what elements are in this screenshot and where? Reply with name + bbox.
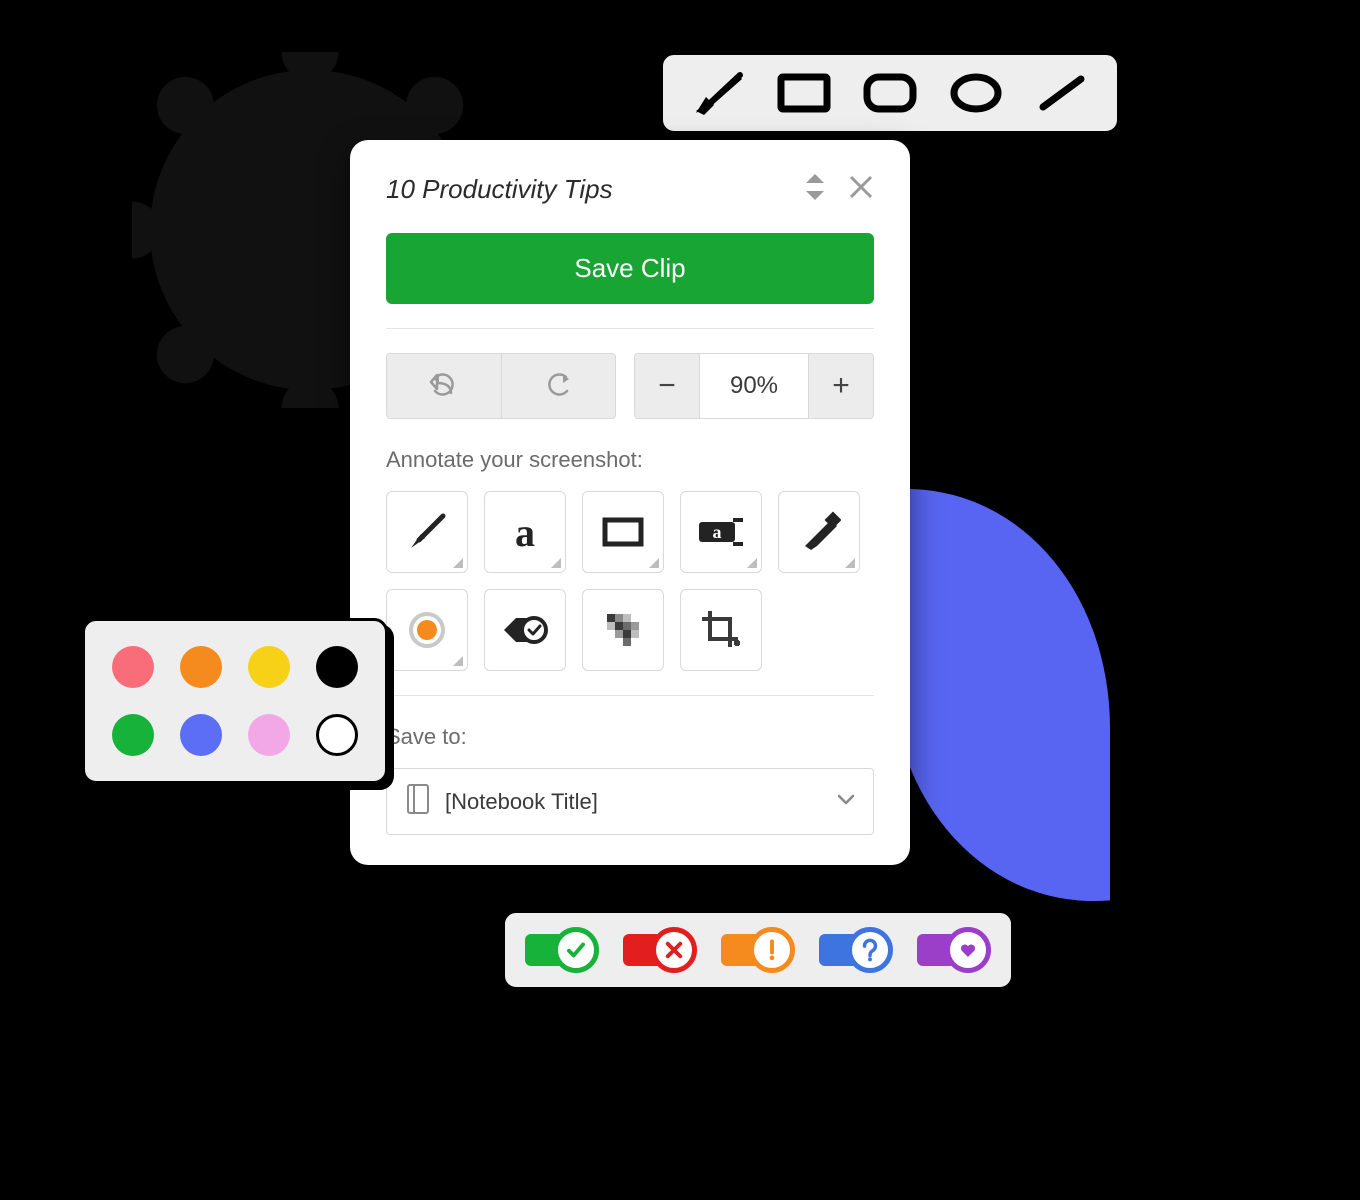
clip-title: 10 Productivity Tips: [386, 174, 613, 205]
color-swatch[interactable]: [180, 646, 222, 688]
shape-ellipse[interactable]: [947, 69, 1005, 117]
color-swatch[interactable]: [316, 714, 358, 756]
undo-button[interactable]: [387, 354, 501, 418]
shape-rectangle[interactable]: [775, 69, 833, 117]
zoom-in-button[interactable]: +: [809, 354, 873, 418]
save-to-label: Save to:: [386, 724, 874, 750]
annotate-label: Annotate your screenshot:: [386, 447, 874, 473]
divider: [386, 328, 874, 329]
tool-pixelate[interactable]: [582, 589, 664, 671]
stamp-question[interactable]: [819, 927, 893, 973]
notebook-icon: [405, 783, 431, 820]
svg-text:a: a: [713, 522, 722, 542]
stamp-heart[interactable]: [917, 927, 991, 973]
tool-color-picker[interactable]: [386, 589, 468, 671]
color-palette: [82, 618, 388, 784]
shape-arrow[interactable]: [689, 69, 747, 117]
zoom-out-button[interactable]: −: [635, 354, 699, 418]
history-group: [386, 353, 616, 419]
chevron-down-icon: [837, 793, 855, 811]
tool-stamp[interactable]: a: [680, 491, 762, 573]
decorative-leaf: [890, 470, 1110, 919]
color-swatch[interactable]: [248, 646, 290, 688]
color-swatch[interactable]: [112, 646, 154, 688]
stamp-toolbar: [502, 910, 1014, 990]
clipper-panel: 10 Productivity Tips Save Clip: [350, 140, 910, 865]
color-swatch[interactable]: [316, 646, 358, 688]
close-icon[interactable]: [848, 174, 874, 205]
stamp-check[interactable]: [525, 927, 599, 973]
tool-tag[interactable]: [484, 589, 566, 671]
tool-crop[interactable]: [680, 589, 762, 671]
shape-line[interactable]: [1033, 69, 1091, 117]
zoom-group: − 90% +: [634, 353, 874, 419]
zoom-value: 90%: [699, 354, 809, 418]
tool-rectangle[interactable]: [582, 491, 664, 573]
tool-text[interactable]: a: [484, 491, 566, 573]
save-clip-button[interactable]: Save Clip: [386, 233, 874, 304]
annotation-tools: a a: [386, 491, 874, 671]
redo-button[interactable]: [501, 354, 616, 418]
color-swatch[interactable]: [248, 714, 290, 756]
tool-marker[interactable]: [778, 491, 860, 573]
divider: [386, 695, 874, 696]
color-swatch[interactable]: [112, 714, 154, 756]
color-swatch[interactable]: [180, 714, 222, 756]
expand-collapse-icon[interactable]: [804, 174, 826, 205]
stamp-exclaim[interactable]: [721, 927, 795, 973]
tool-arrow[interactable]: [386, 491, 468, 573]
shape-toolbar: [660, 52, 1120, 134]
stamp-cross[interactable]: [623, 927, 697, 973]
shape-rounded-rectangle[interactable]: [861, 69, 919, 117]
notebook-dropdown[interactable]: [Notebook Title]: [386, 768, 874, 835]
notebook-selected: [Notebook Title]: [445, 789, 598, 815]
